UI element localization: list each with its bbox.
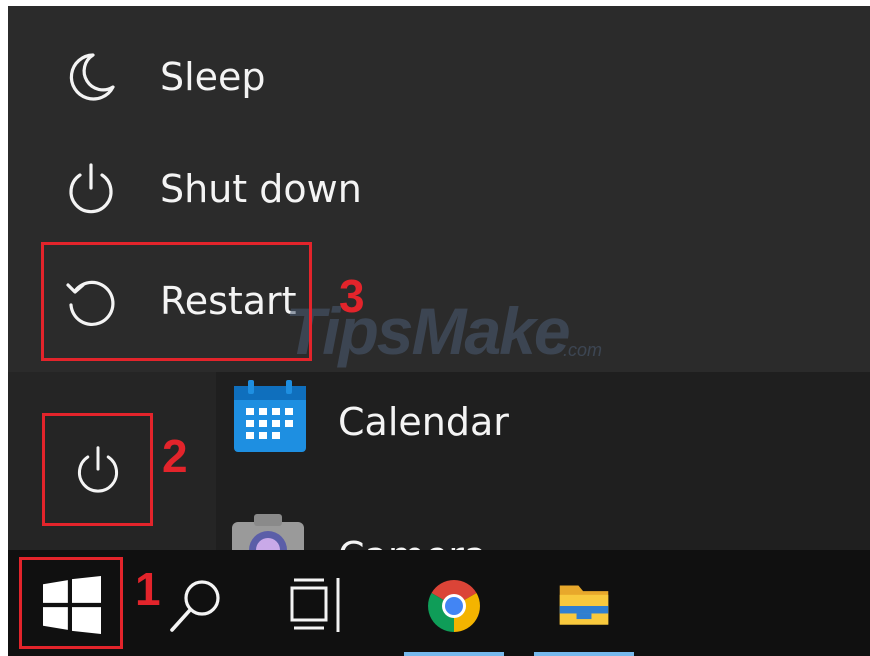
sleep-menu-item[interactable]: Sleep bbox=[8, 27, 328, 127]
running-indicator bbox=[534, 652, 634, 656]
calendar-icon bbox=[234, 380, 306, 452]
search-icon bbox=[170, 580, 220, 632]
camera-label: Camera bbox=[338, 512, 487, 550]
calendar-label: Calendar bbox=[338, 400, 509, 444]
camera-app-tile[interactable]: Camera bbox=[228, 500, 628, 550]
power-icon bbox=[69, 163, 113, 214]
screenshot: Sleep Shut down Restart Calendar TipsMak… bbox=[0, 0, 870, 656]
sleep-label: Sleep bbox=[160, 55, 266, 99]
chrome-icon bbox=[428, 580, 480, 632]
step-3-number: 3 bbox=[339, 270, 365, 322]
chrome-taskbar-button[interactable] bbox=[404, 550, 504, 656]
step-1-number: 1 bbox=[135, 563, 161, 615]
power-button-highlight-box bbox=[42, 413, 153, 526]
svg-text:.com: .com bbox=[563, 340, 602, 360]
step-2-number: 2 bbox=[162, 430, 188, 482]
calendar-app-tile[interactable]: Calendar bbox=[228, 378, 628, 466]
file-explorer-taskbar-button[interactable] bbox=[534, 550, 634, 656]
file-explorer-icon bbox=[559, 585, 609, 625]
moon-icon bbox=[69, 53, 115, 101]
shut-down-menu-item[interactable]: Shut down bbox=[8, 139, 362, 239]
task-view-icon bbox=[290, 578, 340, 632]
start-button-highlight-box bbox=[19, 557, 123, 649]
tipsmake-watermark: TipsMake .com bbox=[285, 294, 602, 368]
running-indicator bbox=[404, 652, 504, 656]
camera-icon bbox=[232, 514, 304, 550]
search-button[interactable] bbox=[158, 550, 238, 656]
restart-highlight-box bbox=[41, 242, 312, 361]
shut-down-label: Shut down bbox=[160, 167, 362, 211]
svg-text:TipsMake: TipsMake bbox=[285, 294, 569, 368]
task-view-button[interactable] bbox=[280, 550, 360, 656]
